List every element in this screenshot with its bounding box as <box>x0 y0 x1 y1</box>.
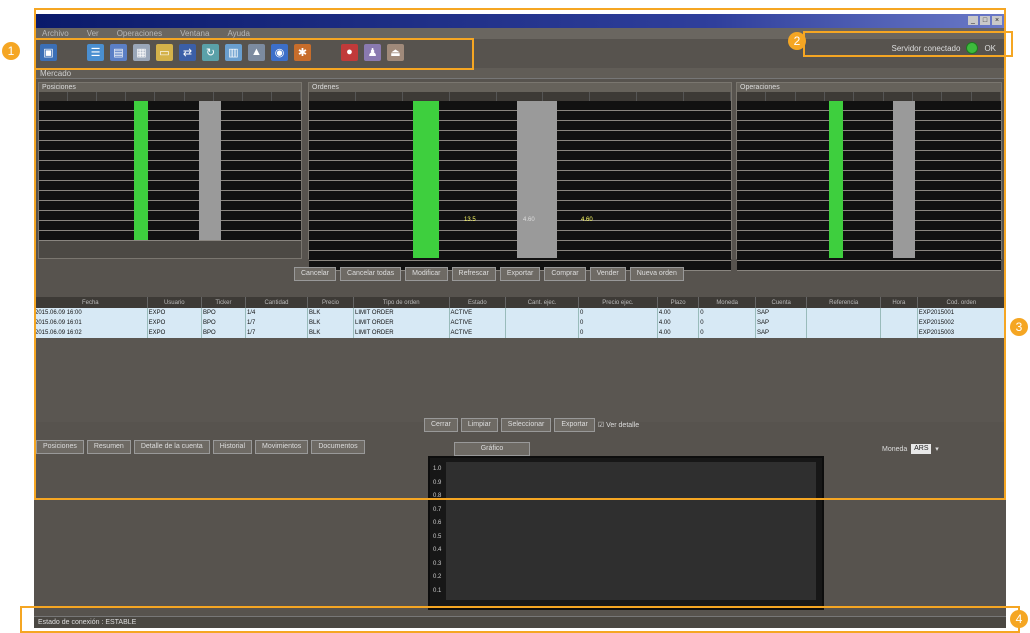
chart-y-tick: 0.7 <box>433 506 442 513</box>
callout-box-4 <box>20 606 1020 633</box>
callout-badge-1: 1 <box>2 42 20 60</box>
chart-y-tick: 0.2 <box>433 574 442 580</box>
callout-box-3 <box>34 8 1006 500</box>
chart-y-tick: 0.6 <box>433 520 442 526</box>
chart-y-tick: 0.4 <box>433 547 442 553</box>
chart-y-tick: 0.1 <box>433 587 442 594</box>
callout-badge-3: 3 <box>1010 318 1028 336</box>
callout-badge-4: 4 <box>1010 610 1028 628</box>
chart-y-tick: 0.3 <box>433 560 442 567</box>
chart-y-tick: 0.5 <box>433 533 442 540</box>
